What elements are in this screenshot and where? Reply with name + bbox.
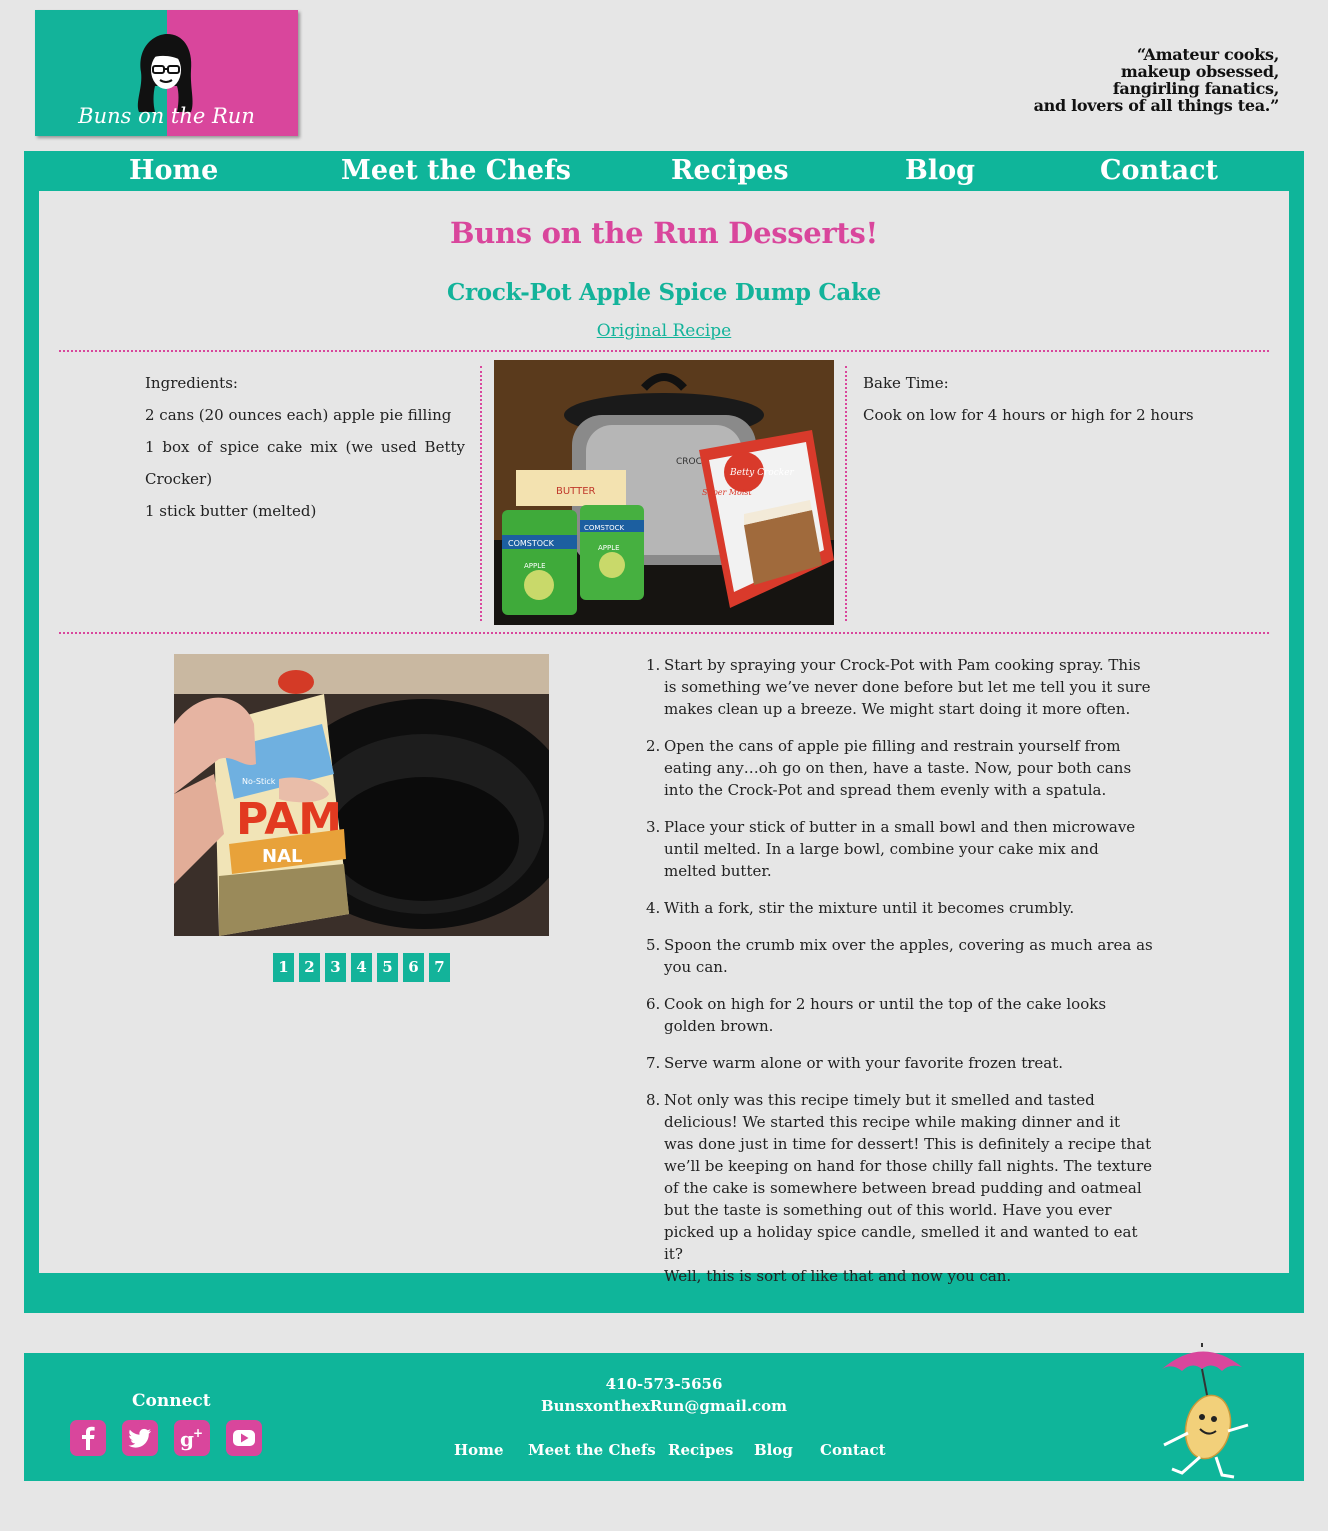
site-logo[interactable]: Buns on the Run [35, 10, 298, 136]
cake-mix-brand: Betty Crocker [729, 468, 795, 478]
step-text: Serve warm alone or with your favorite f… [664, 1054, 1064, 1072]
step-item: 1. Start by spraying your Crock-Pot with … [646, 654, 1154, 720]
svg-text:g: g [180, 1427, 194, 1451]
step-number: 1. [646, 656, 661, 674]
twitter-icon[interactable] [122, 1420, 158, 1456]
ingredient-item: 1 box of spice cake mix (we used Betty C… [145, 438, 465, 488]
step-number: 6. [646, 995, 661, 1013]
slide-5-button[interactable]: 5 [377, 953, 398, 982]
youtube-icon[interactable] [226, 1420, 262, 1456]
nav-recipes[interactable]: Recipes [671, 155, 789, 186]
slideshow-pager: 1 2 3 4 5 6 7 [273, 953, 455, 983]
slide-6-button[interactable]: 6 [403, 953, 424, 982]
spray-type: NAL [262, 846, 302, 867]
step-text: Cook on high for 2 hours or until the to… [664, 995, 1107, 1035]
step-number: 7. [646, 1054, 661, 1072]
spray-sub: No-Stick [242, 777, 276, 786]
page-title: Buns on the Run Desserts! [450, 216, 878, 250]
main-nav: Home Meet the Chefs Recipes Blog Contact [24, 151, 1304, 191]
ingredients-photo: CROCK-POT BUTTER COMSTOCK APPLE COMSTOCK… [494, 360, 834, 625]
nav-contact[interactable]: Contact [1100, 155, 1218, 186]
can-brand: COMSTOCK [584, 524, 625, 532]
step-text: With a fork, stir the mixture until it b… [664, 899, 1075, 917]
footer-email[interactable]: BunsxonthexRun@gmail.com [24, 1397, 1304, 1415]
tagline-line: “Amateur cooks, [1136, 45, 1279, 64]
step-text: Start by spraying your Crock-Pot with Pa… [664, 656, 1151, 718]
tagline-line: and lovers of all things tea.” [1033, 96, 1280, 115]
step-text-extra: Well, this is sort of like that and now … [664, 1267, 1012, 1285]
cake-mix-line: Super Moist [702, 488, 753, 497]
ingredients-list: Ingredients: 2 cans (20 ounces each) app… [145, 367, 465, 527]
chef-face-icon [137, 34, 193, 112]
can-brand: COMSTOCK [508, 539, 555, 548]
site-tagline: “Amateur cooks, makeup obsessed, fangirl… [1019, 45, 1280, 115]
bake-time-text: Cook on low for 4 hours or high for 2 ho… [863, 406, 1194, 424]
step-number: 8. [646, 1091, 661, 1109]
tagline-line: fangirling fanatics, [1112, 79, 1279, 98]
step-number: 5. [646, 936, 661, 954]
step-item: 8. Not only was this recipe timely but it… [646, 1089, 1154, 1287]
step-item: 5. Spoon the crumb mix over the apples, c… [646, 934, 1154, 978]
tagline-line: makeup obsessed, [1120, 62, 1279, 81]
slideshow-photo[interactable]: No-Stick PAM NAL [174, 654, 549, 936]
butter-label: BUTTER [556, 486, 596, 497]
step-text: Open the cans of apple pie filling and r… [664, 737, 1132, 799]
column-divider [480, 366, 482, 621]
slide-4-button[interactable]: 4 [351, 953, 372, 982]
ingredients-heading: Ingredients: [145, 374, 238, 392]
step-number: 2. [646, 737, 661, 755]
slide-3-button[interactable]: 3 [325, 953, 346, 982]
ingredient-item: 2 cans (20 ounces each) apple pie fillin… [145, 406, 452, 424]
can-flavor: APPLE [598, 544, 620, 552]
recipe-steps: 1. Start by spraying your Crock-Pot with … [646, 654, 1154, 1302]
footer-nav-meet-the-chefs[interactable]: Meet the Chefs [528, 1441, 656, 1459]
can-flavor: APPLE [524, 562, 546, 570]
divider [59, 350, 1269, 352]
step-item: 3. Place your stick of butter in a small … [646, 816, 1154, 882]
step-item: 6. Cook on high for 2 hours or until the … [646, 993, 1154, 1037]
divider [59, 632, 1269, 634]
step-text: Not only was this recipe timely but it s… [664, 1091, 1152, 1263]
logo-text: Buns on the Run [78, 104, 255, 128]
column-divider [845, 366, 847, 621]
original-recipe: Original Recipe [39, 321, 1289, 341]
nav-blog[interactable]: Blog [905, 155, 975, 186]
nav-home[interactable]: Home [129, 155, 218, 186]
facebook-icon[interactable] [70, 1420, 106, 1456]
nav-meet-the-chefs[interactable]: Meet the Chefs [341, 155, 571, 186]
footer-nav-recipes[interactable]: Recipes [668, 1441, 733, 1459]
bake-time: Bake Time: Cook on low for 4 hours or hi… [863, 367, 1203, 431]
slide-2-button[interactable]: 2 [299, 953, 320, 982]
google-plus-icon[interactable]: g + [174, 1420, 210, 1456]
footer-nav-home[interactable]: Home [454, 1441, 504, 1459]
step-number: 4. [646, 899, 661, 917]
site-footer: Connect g + 410-573-5656 BunsxonthexRun@g… [24, 1343, 1304, 1481]
step-item: 2. Open the cans of apple pie filling and… [646, 735, 1154, 801]
content-area: Buns on the Run Desserts! Crock-Pot Appl… [39, 191, 1289, 1285]
step-text: Place your stick of butter in a small bo… [664, 818, 1136, 880]
step-text: Spoon the crumb mix over the apples, cov… [664, 936, 1153, 976]
slide-1-button[interactable]: 1 [273, 953, 294, 982]
footer-phone: 410-573-5656 [605, 1375, 723, 1393]
original-recipe-link[interactable]: Original Recipe [597, 321, 732, 341]
step-item: 7. Serve warm alone or with your favorite… [646, 1052, 1154, 1074]
slide-7-button[interactable]: 7 [429, 953, 450, 982]
main-frame: Home Meet the Chefs Recipes Blog Contact… [24, 151, 1304, 1313]
bun-mascot-icon [1162, 1343, 1249, 1479]
footer-nav-contact[interactable]: Contact [820, 1441, 886, 1459]
footer-nav-blog[interactable]: Blog [754, 1441, 793, 1459]
step-number: 3. [646, 818, 661, 836]
recipe-title: Crock-Pot Apple Spice Dump Cake [446, 279, 881, 306]
bake-time-heading: Bake Time: [863, 374, 949, 392]
ingredient-item: 1 stick butter (melted) [145, 502, 317, 520]
step-item: 4. With a fork, stir the mixture until it… [646, 897, 1154, 919]
svg-text:+: + [193, 1426, 203, 1440]
